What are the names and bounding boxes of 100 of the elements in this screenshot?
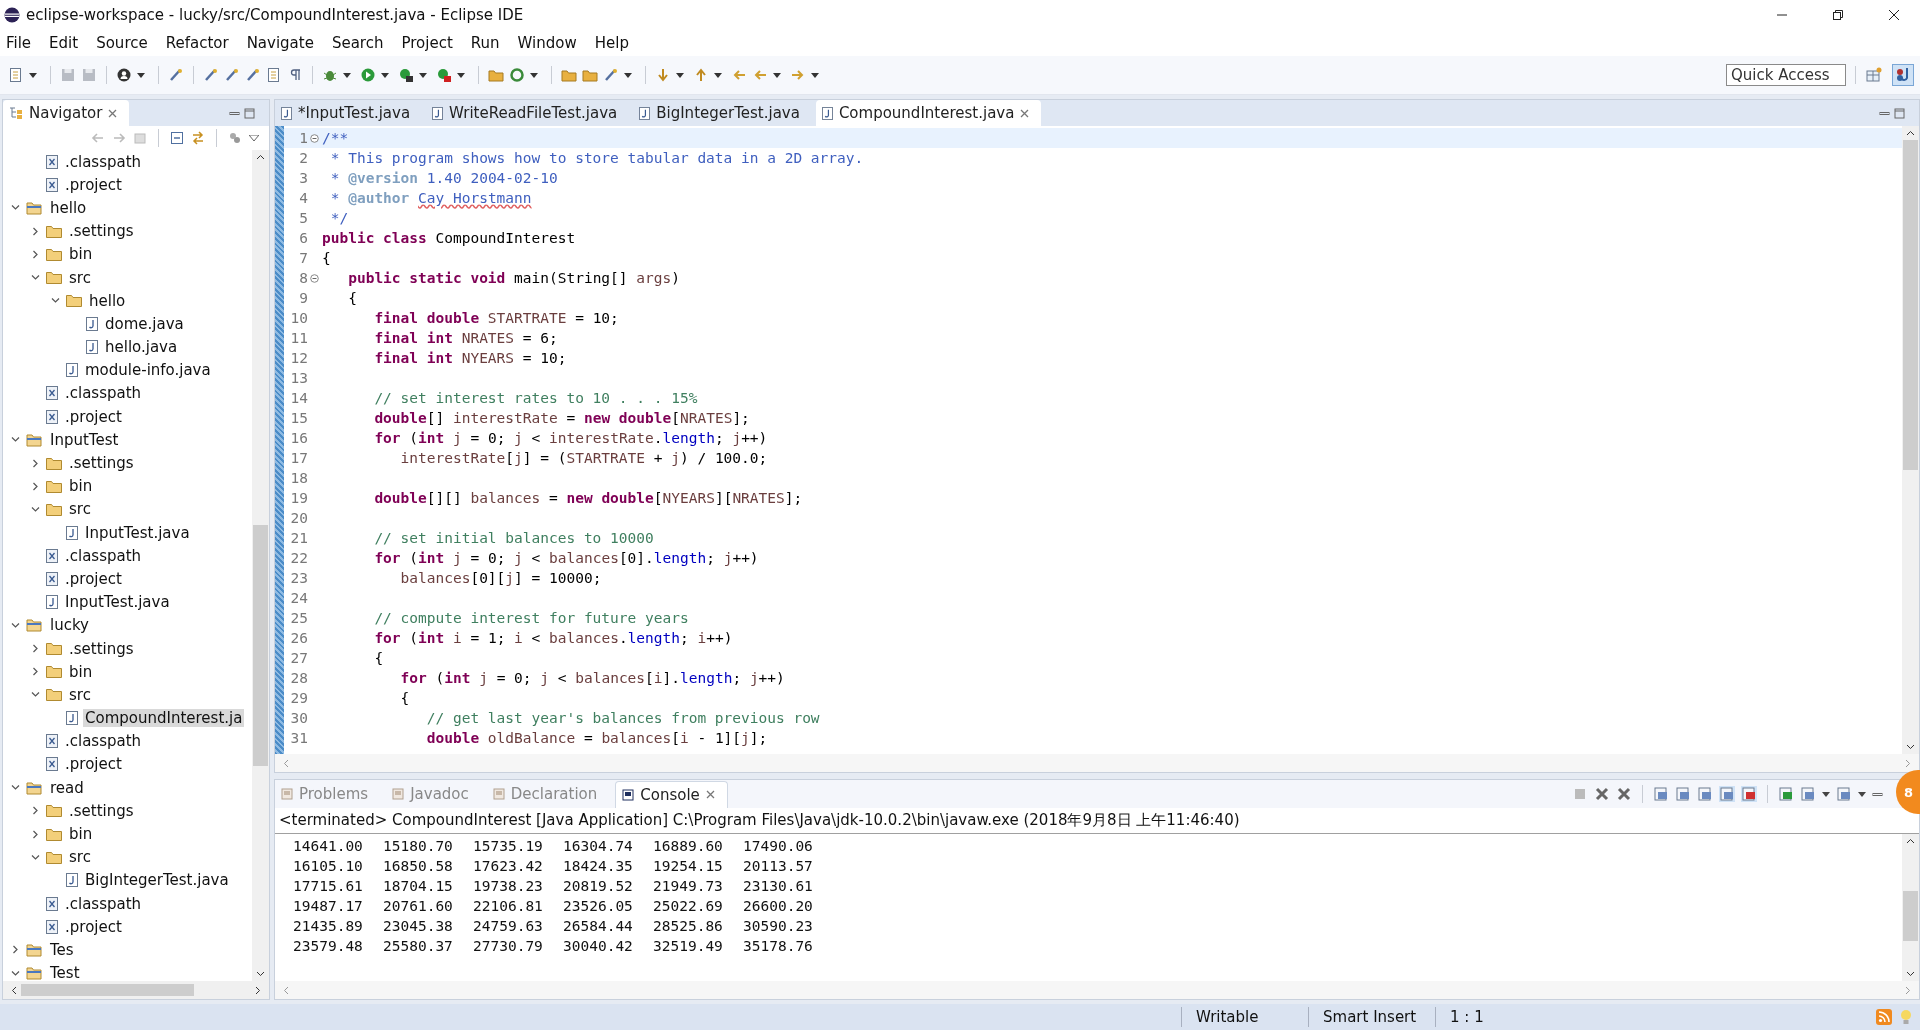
chevron-icon[interactable] [51, 296, 60, 306]
scroll-up-icon[interactable] [1906, 838, 1915, 844]
link-arrows-icon[interactable] [191, 131, 205, 145]
tree-item[interactable]: module-info.java [83, 361, 213, 380]
maximize-icon[interactable] [244, 107, 255, 119]
maximize-icon[interactable] [1894, 107, 1905, 119]
view-menu-icon[interactable] [249, 135, 259, 141]
chevron-icon[interactable] [31, 226, 40, 236]
down-arrow-icon[interactable] [655, 67, 671, 83]
tree-item[interactable]: hello.java [103, 338, 180, 357]
caret-icon[interactable] [773, 72, 781, 78]
scroll-down-icon[interactable] [1906, 971, 1915, 977]
menu-item[interactable]: File [4, 34, 34, 52]
caret-icon[interactable] [714, 72, 722, 78]
menu-item[interactable]: Search [329, 34, 386, 52]
tree-item[interactable]: bin [67, 825, 95, 844]
tree-item[interactable]: .settings [67, 222, 136, 241]
tree-item[interactable]: .classpath [63, 152, 144, 171]
run-icon[interactable] [360, 67, 376, 83]
perspective-icon[interactable] [1865, 66, 1883, 84]
restore-icon[interactable] [1832, 9, 1844, 21]
tree-item[interactable]: .project [63, 569, 124, 588]
menu-item[interactable]: Project [399, 34, 455, 52]
caret-icon[interactable] [419, 72, 427, 78]
tree-item[interactable]: .classpath [63, 732, 144, 751]
caret-icon[interactable] [381, 72, 389, 78]
folder-icon[interactable] [561, 67, 577, 83]
menu-item[interactable]: Refactor [163, 34, 231, 52]
fold-icon[interactable] [309, 133, 319, 143]
folder-icon[interactable] [582, 67, 598, 83]
tree-item[interactable]: .project [63, 917, 124, 936]
console-tool-icon[interactable] [1697, 786, 1713, 802]
editor-tab[interactable]: *InputTest.java [275, 100, 423, 126]
navigator-tab[interactable]: Navigator [3, 100, 130, 126]
console-tool-icon[interactable] [1778, 786, 1794, 802]
editor-tab[interactable]: CompoundInterest.java [815, 100, 1042, 126]
caret-icon[interactable] [29, 72, 37, 78]
tree-item[interactable]: src [67, 685, 93, 704]
chevron-icon[interactable] [31, 458, 40, 468]
menu-item[interactable]: Navigate [244, 34, 316, 52]
wand-icon[interactable] [203, 67, 219, 83]
fold-icon[interactable] [309, 273, 319, 283]
java-perspective-icon[interactable] [1892, 64, 1914, 86]
console-tool-icon[interactable] [1800, 786, 1816, 802]
caret-icon[interactable] [811, 72, 819, 78]
tree-item[interactable]: .classpath [63, 546, 144, 565]
tree-item[interactable]: .project [63, 407, 124, 426]
tree-item[interactable]: bin [67, 245, 95, 264]
caret-icon[interactable] [1822, 791, 1830, 797]
pencil-icon[interactable] [603, 67, 619, 83]
chevron-icon[interactable] [11, 620, 20, 630]
up-arrow-icon[interactable] [693, 67, 709, 83]
chevron-icon[interactable] [31, 644, 40, 654]
close-icon[interactable] [1888, 9, 1900, 21]
chevron-icon[interactable] [31, 690, 40, 700]
menu-item[interactable]: Source [94, 34, 150, 52]
caret-icon[interactable] [137, 72, 145, 78]
menu-item[interactable]: Window [515, 34, 579, 52]
tree-item[interactable]: .classpath [63, 894, 144, 913]
tree-item[interactable]: Test [48, 964, 82, 981]
vertical-scrollbar[interactable] [1902, 834, 1919, 981]
tree-item[interactable]: .project [63, 175, 124, 194]
tree-item[interactable]: src [67, 268, 93, 287]
tree-item[interactable]: Tes [48, 940, 76, 959]
tree-item[interactable]: InputTest.java [63, 593, 172, 612]
chevron-icon[interactable] [11, 945, 20, 955]
chevron-icon[interactable] [31, 273, 40, 283]
scroll-down-icon[interactable] [1906, 744, 1915, 750]
tree-item[interactable]: .settings [67, 454, 136, 473]
chevron-icon[interactable] [31, 481, 40, 491]
tree-item[interactable]: InputTest.java [83, 523, 192, 542]
tree-item[interactable]: bin [67, 662, 95, 681]
tree-item[interactable]: src [67, 848, 93, 867]
run-tool-icon[interactable] [398, 67, 414, 83]
tree-item[interactable]: dome.java [103, 314, 186, 333]
editor-tab[interactable]: WriteReadFileTest.java [426, 100, 630, 126]
chevron-icon[interactable] [31, 852, 40, 862]
tree-item[interactable]: .settings [67, 801, 136, 820]
chevron-icon[interactable] [31, 249, 40, 259]
scroll-up-icon[interactable] [1906, 130, 1915, 136]
menu-item[interactable]: Help [592, 34, 631, 52]
vertical-scrollbar[interactable] [1902, 126, 1919, 754]
quick-access-field[interactable]: Quick Access [1726, 64, 1846, 86]
tree-item[interactable]: src [67, 500, 93, 519]
menu-item[interactable]: Run [468, 34, 502, 52]
tree-item[interactable]: .classpath [63, 384, 144, 403]
tree-item[interactable]: hello [87, 291, 128, 310]
console-tool-icon[interactable] [1616, 786, 1632, 802]
console-tool-icon[interactable] [1594, 786, 1610, 802]
tree-item[interactable]: .settings [67, 639, 136, 658]
chevron-icon[interactable] [11, 203, 20, 213]
vertical-scrollbar[interactable] [252, 150, 269, 981]
chevron-icon[interactable] [31, 829, 40, 839]
console-tool-icon[interactable] [1719, 786, 1735, 802]
caret-icon[interactable] [457, 72, 465, 78]
tree-item[interactable]: read [48, 778, 86, 797]
caret-icon[interactable] [676, 72, 684, 78]
scroll-down-icon[interactable] [256, 971, 265, 977]
tree-item[interactable]: bin [67, 477, 95, 496]
caret-icon[interactable] [343, 72, 351, 78]
